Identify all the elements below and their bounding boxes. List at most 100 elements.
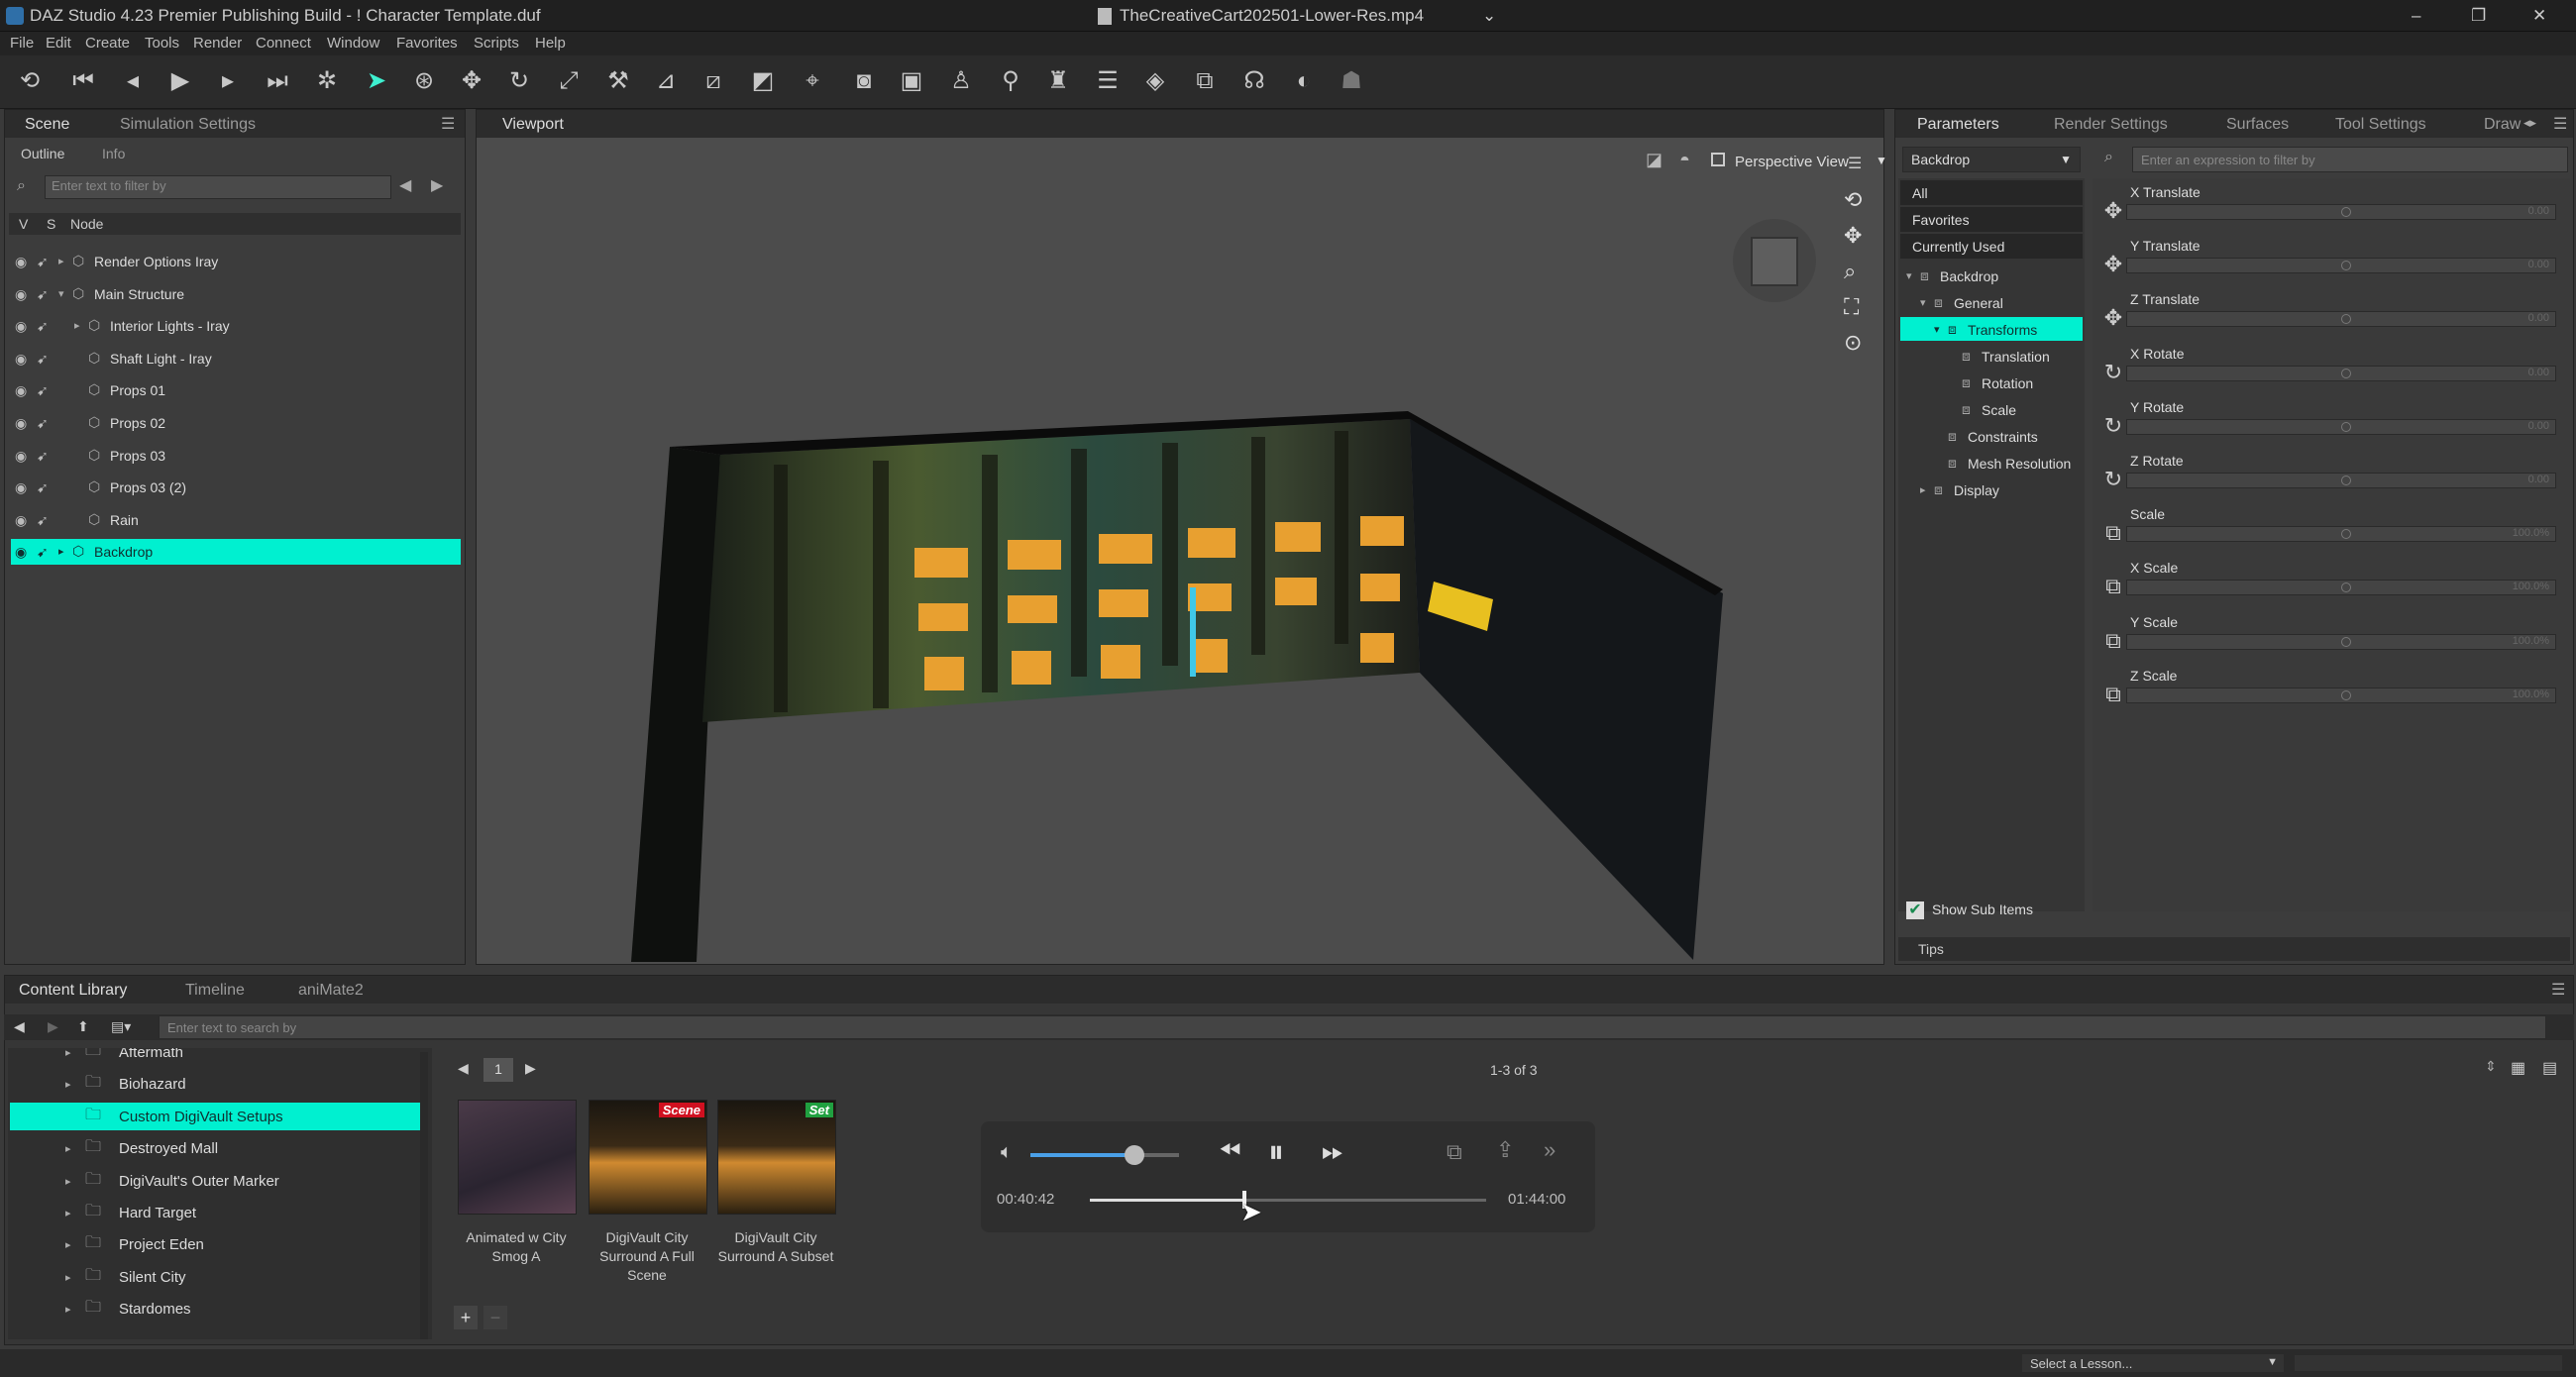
visibility-eye-icon[interactable]: ◉ — [15, 479, 27, 495]
content-item-thumbnail[interactable]: Set — [717, 1100, 836, 1215]
selectable-arrow-icon[interactable]: ➹ — [37, 512, 49, 528]
add-button[interactable]: + — [454, 1306, 478, 1329]
video-title[interactable]: TheCreativeCart202501-Lower-Res.mp4 — [1120, 6, 1424, 26]
expand-arrow-icon[interactable]: ▾ — [1906, 268, 1912, 284]
visibility-eye-icon[interactable]: ◉ — [15, 544, 27, 560]
scale-icon[interactable]: ⧉ — [2100, 520, 2126, 546]
expand-arrow-icon[interactable]: ▸ — [1920, 482, 1926, 498]
view-shading-icon[interactable]: ◪ — [1646, 150, 1663, 170]
content-back-icon[interactable]: ◀ — [14, 1018, 25, 1035]
zoom-icon[interactable]: ⌕ — [1844, 259, 1856, 284]
menu-scripts[interactable]: Scripts — [474, 35, 519, 52]
param-tree-item[interactable]: ▾ ⧈ Backdrop — [1900, 264, 2083, 287]
content-item-thumbnail[interactable]: Scene — [589, 1100, 707, 1215]
selectable-arrow-icon[interactable]: ➹ — [37, 415, 49, 431]
param-slider[interactable]: 0.00 — [2126, 473, 2556, 488]
param-value[interactable]: 0.00 — [2528, 474, 2549, 485]
show-sub-items-checkbox[interactable]: ✔ — [1906, 901, 1924, 919]
visibility-eye-icon[interactable]: ◉ — [15, 512, 27, 528]
expand-arrow-icon[interactable]: ▸ — [65, 1174, 71, 1190]
menu-help[interactable]: Help — [535, 35, 566, 52]
scene-node-row[interactable]: ◉ ➹ ⬡ Rain — [11, 507, 461, 533]
pan-icon[interactable]: ✥ — [1844, 223, 1862, 249]
volume-slider[interactable] — [1030, 1145, 1179, 1165]
menu-create[interactable]: Create — [85, 35, 130, 52]
param-tree-item[interactable]: ⧈ Translation — [1900, 344, 2083, 368]
content-view-icon[interactable]: ▤▾ — [111, 1018, 131, 1035]
joint-editor-icon[interactable]: ⚒ — [602, 65, 634, 97]
rotate-icon[interactable]: ↻ — [2100, 360, 2126, 385]
maximize-button[interactable]: ❐ — [2471, 6, 2486, 26]
content-item-caption[interactable]: DigiVault City Surround A Subset — [711, 1228, 840, 1266]
grid-view-icon[interactable]: ▦ — [2511, 1058, 2525, 1078]
skip-end-icon[interactable]: ⏭ — [262, 65, 293, 97]
tab-tool-settings[interactable]: Tool Settings — [2335, 116, 2426, 134]
rotate-icon[interactable]: ↻ — [503, 65, 535, 97]
content-up-icon[interactable]: ⬆ — [77, 1018, 89, 1035]
panel-menu-icon[interactable]: ☰ — [441, 114, 455, 134]
param-value[interactable]: 100.0% — [2513, 635, 2549, 647]
fast-forward-icon[interactable]: ⏩︎ — [1322, 1135, 1343, 1168]
tab-animate2[interactable]: aniMate2 — [298, 982, 364, 1000]
pause-icon[interactable]: ⏸︎ — [1268, 1133, 1284, 1171]
param-value[interactable]: 0.00 — [2528, 420, 2549, 432]
pose-tool-icon[interactable]: ⚲ — [995, 65, 1026, 97]
page-next-icon[interactable]: ▶ — [525, 1060, 536, 1077]
expand-arrow-icon[interactable]: ▾ — [1920, 295, 1926, 311]
minimize-button[interactable]: – — [2412, 6, 2420, 26]
seek-bar[interactable] — [1090, 1191, 1486, 1209]
move-icon[interactable]: ✥ — [2100, 252, 2126, 277]
param-value[interactable]: 0.00 — [2528, 205, 2549, 217]
param-value[interactable]: 100.0% — [2513, 688, 2549, 700]
folder-item[interactable]: ▸ 🗀︎ Hard Target — [10, 1199, 424, 1226]
visibility-eye-icon[interactable]: ◉ — [15, 382, 27, 398]
category-item[interactable]: Favorites — [1900, 207, 2083, 232]
selectable-arrow-icon[interactable]: ➹ — [37, 448, 49, 464]
param-tree-item[interactable]: ⧈ Constraints — [1900, 424, 2083, 448]
folder-item[interactable]: ▸ 🗀︎ Project Eden — [10, 1230, 424, 1258]
geometry-editor-icon[interactable]: ⊿ — [650, 65, 682, 97]
scale-icon[interactable]: ⧉ — [2100, 574, 2126, 599]
param-slider[interactable]: 100.0% — [2126, 526, 2556, 543]
param-tree-item[interactable]: ⧈ Mesh Resolution — [1900, 451, 2083, 475]
view-select[interactable]: Perspective View ▼ — [1711, 150, 1895, 175]
scale-icon[interactable]: ⧉ — [2100, 682, 2126, 707]
lesson-select[interactable]: Select a Lesson... ▼ — [2021, 1353, 2285, 1373]
selectable-arrow-icon[interactable]: ➹ — [37, 351, 49, 367]
camera-icon[interactable]: ◙ — [848, 65, 880, 97]
tab-scene[interactable]: Scene — [25, 116, 69, 134]
filter-prev-icon[interactable]: ◀ — [399, 175, 411, 195]
pointer-icon[interactable]: ➤ — [361, 65, 392, 97]
scale-icon[interactable]: ⧉ — [2100, 628, 2126, 654]
step-forward-icon[interactable]: ▸ — [212, 65, 244, 97]
param-filter-input[interactable]: Enter an expression to filter by — [2132, 147, 2568, 172]
view-cube[interactable] — [1733, 219, 1816, 302]
menu-edit[interactable]: Edit — [46, 35, 71, 52]
reset-view-icon[interactable]: ⊙ — [1844, 330, 1862, 356]
scene-node-row[interactable]: ◉ ➹ ⬡ Props 03 (2) — [11, 475, 461, 500]
rotate-icon[interactable]: ↻ — [2100, 467, 2126, 492]
content-menu-icon[interactable]: ☰ — [2551, 980, 2565, 1000]
menu-connect[interactable]: Connect — [256, 35, 311, 52]
param-value[interactable]: 0.00 — [2528, 259, 2549, 270]
power-pose-icon[interactable]: ♜ — [1042, 65, 1074, 97]
param-tree-item[interactable]: ⧈ Scale — [1900, 397, 2083, 421]
scene-node-row[interactable]: ◉ ➹ ⬡ Props 03 — [11, 443, 461, 469]
scene-node-row[interactable]: ◉ ➹ ⬡ Props 01 — [11, 377, 461, 403]
content-item-thumbnail[interactable] — [458, 1100, 577, 1215]
more-icon[interactable]: » — [1544, 1137, 1556, 1163]
visibility-eye-icon[interactable]: ◉ — [15, 351, 27, 367]
selectable-arrow-icon[interactable]: ➹ — [37, 286, 49, 302]
move-icon[interactable]: ✥ — [2100, 198, 2126, 224]
rotate-icon[interactable]: ↻ — [2100, 413, 2126, 439]
tab-content-library[interactable]: Content Library — [19, 982, 127, 1000]
col-visible[interactable]: V — [19, 216, 28, 232]
expand-arrow-icon[interactable]: ▸ — [65, 1206, 71, 1221]
scene-node-row[interactable]: ◉ ➹ ▸ ⬡ Interior Lights - Iray — [11, 313, 461, 339]
menu-favorites[interactable]: Favorites — [396, 35, 458, 52]
paint-icon[interactable]: ◈ — [1139, 65, 1171, 97]
share-icon[interactable]: ⇪ — [1496, 1137, 1514, 1163]
folder-item[interactable]: ▸ 🗀︎ Biohazard — [10, 1070, 424, 1098]
category-item[interactable]: All — [1900, 180, 2083, 205]
list-view-icon[interactable]: ▤ — [2542, 1058, 2557, 1078]
